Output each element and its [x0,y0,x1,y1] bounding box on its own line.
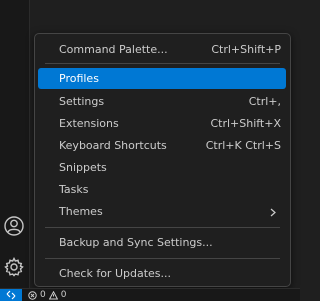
menu-item-label: Command Palette... [59,43,168,56]
menu-separator [45,227,280,228]
menu-item-label: Check for Updates... [59,267,172,280]
manage-context-menu: Command Palette... Ctrl+Shift+P Profiles… [34,33,291,287]
menu-item-settings[interactable]: Settings Ctrl+, [38,91,286,112]
menu-item-label: Backup and Sync Settings... [59,236,213,249]
warning-icon [48,290,58,299]
remote-icon [6,290,16,300]
menu-item-command-palette[interactable]: Command Palette... Ctrl+Shift+P [38,39,286,60]
accounts-icon[interactable] [3,215,25,237]
menu-separator [45,63,280,64]
problems-status[interactable]: 0 0 [28,289,66,301]
warning-count: 0 [60,290,67,300]
menu-item-shortcut: Ctrl+, [248,95,281,108]
chevron-right-icon [270,207,276,220]
menu-item-backup-sync[interactable]: Backup and Sync Settings... [38,232,286,253]
menu-item-snippets[interactable]: Snippets [38,157,286,178]
menu-item-shortcut: Ctrl+K Ctrl+S [205,139,281,152]
menu-item-profiles[interactable]: Profiles [38,68,286,89]
status-bar: 0 0 [0,288,300,301]
menu-item-keyboard-shortcuts[interactable]: Keyboard Shortcuts Ctrl+K Ctrl+S [38,135,286,156]
remote-indicator-button[interactable] [0,289,22,301]
menu-separator [45,258,280,259]
menu-item-label: Themes [59,205,103,218]
menu-item-label: Tasks [59,183,89,196]
menu-item-extensions[interactable]: Extensions Ctrl+Shift+X [38,113,286,134]
menu-item-themes[interactable]: Themes [38,201,286,222]
activity-bar [0,0,30,288]
menu-item-label: Extensions [59,117,119,130]
menu-item-shortcut: Ctrl+Shift+X [210,117,281,130]
error-count: 0 [40,290,46,300]
menu-item-label: Snippets [59,161,107,174]
menu-item-shortcut: Ctrl+Shift+P [211,43,281,56]
error-icon [28,290,37,300]
manage-gear-icon[interactable] [3,256,25,278]
menu-item-label: Profiles [59,72,99,85]
menu-item-check-updates[interactable]: Check for Updates... [38,263,286,284]
menu-item-label: Settings [59,95,105,108]
menu-item-tasks[interactable]: Tasks [38,179,286,200]
menu-item-label: Keyboard Shortcuts [59,139,167,152]
